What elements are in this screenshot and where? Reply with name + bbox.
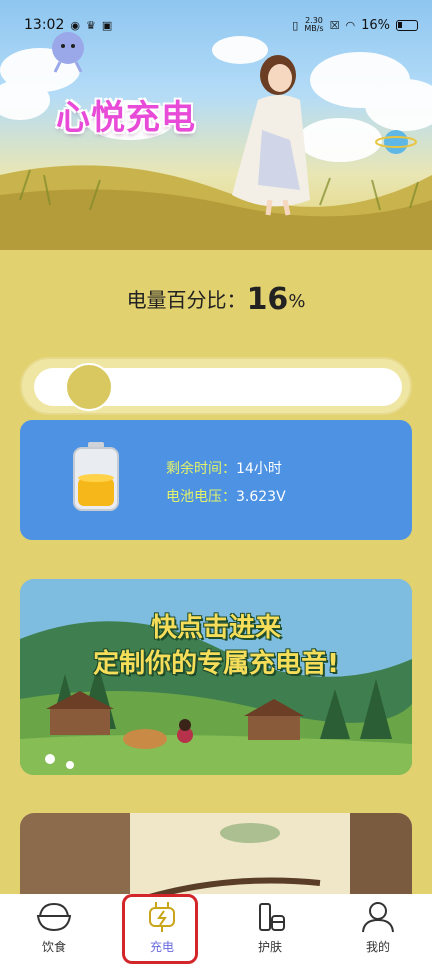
status-bar: 13:02 ◉ ♛ ▣ ▯ 2.30 MB/s ☒ ◠ 16%	[0, 0, 432, 50]
remaining-time-value: 14小时	[236, 461, 282, 477]
nav-label-skincare: 护肤	[257, 940, 282, 954]
app-title: 心悦充电	[56, 98, 196, 138]
profile-icon	[362, 902, 394, 933]
battery-percentage-unit: %	[288, 291, 306, 312]
battery-voltage-row: 电池电压：3.623V	[166, 486, 286, 506]
hero-banner: 13:02 ◉ ♛ ▣ ▯ 2.30 MB/s ☒ ◠ 16% 心悦充电	[0, 0, 432, 250]
bottom-navigation: 饮食 充电 护肤 我的	[0, 894, 432, 964]
sim-icon: ☒	[329, 18, 340, 32]
remaining-time-row: 剩余时间：14小时	[166, 458, 282, 478]
nav-item-diet[interactable]: 饮食	[14, 900, 94, 955]
nav-label-profile: 我的	[365, 940, 390, 954]
nav-item-skincare[interactable]: 护肤	[230, 900, 310, 955]
status-time: 13:02	[24, 17, 65, 33]
wifi-icon: ◠	[345, 18, 356, 32]
battery-percentage-value: 16	[246, 282, 289, 317]
battery-voltage-value: 3.623V	[236, 489, 286, 505]
app-notification-icon: ▣	[101, 18, 113, 32]
custom-charging-sound-banner[interactable]: 快点击进来 定制你的专属充电音!	[20, 579, 412, 775]
battery-info-card: 剩余时间：14小时 电池电压：3.623V	[20, 420, 412, 540]
remaining-time-label: 剩余时间：	[166, 461, 236, 477]
vibrate-icon: ▯	[292, 18, 299, 32]
promo-line-2: 定制你的专属充电音!	[93, 649, 339, 679]
battery-percentage-row: 电量百分比：16%	[0, 282, 432, 317]
network-speed: 2.30 MB/s	[304, 16, 324, 33]
cat-icon: ◉	[70, 18, 80, 32]
battery-icon	[396, 19, 418, 31]
crown-icon: ♛	[85, 18, 96, 32]
battery-level-slider[interactable]	[20, 357, 412, 415]
battery-voltage-label: 电池电压：	[166, 489, 236, 505]
slider-thumb[interactable]	[65, 363, 113, 411]
skincare-bottle-icon	[259, 903, 285, 931]
battery-icon-large	[73, 442, 119, 511]
battery-percentage-label: 电量百分比：	[126, 288, 247, 312]
rice-bowl-icon	[36, 902, 72, 932]
battery-percent-status: 16%	[361, 17, 390, 33]
nav-item-profile[interactable]: 我的	[338, 900, 418, 955]
promo-line-1: 快点击进来	[150, 613, 281, 643]
nav-label-diet: 饮食	[41, 940, 66, 954]
active-tab-highlight	[122, 894, 198, 964]
